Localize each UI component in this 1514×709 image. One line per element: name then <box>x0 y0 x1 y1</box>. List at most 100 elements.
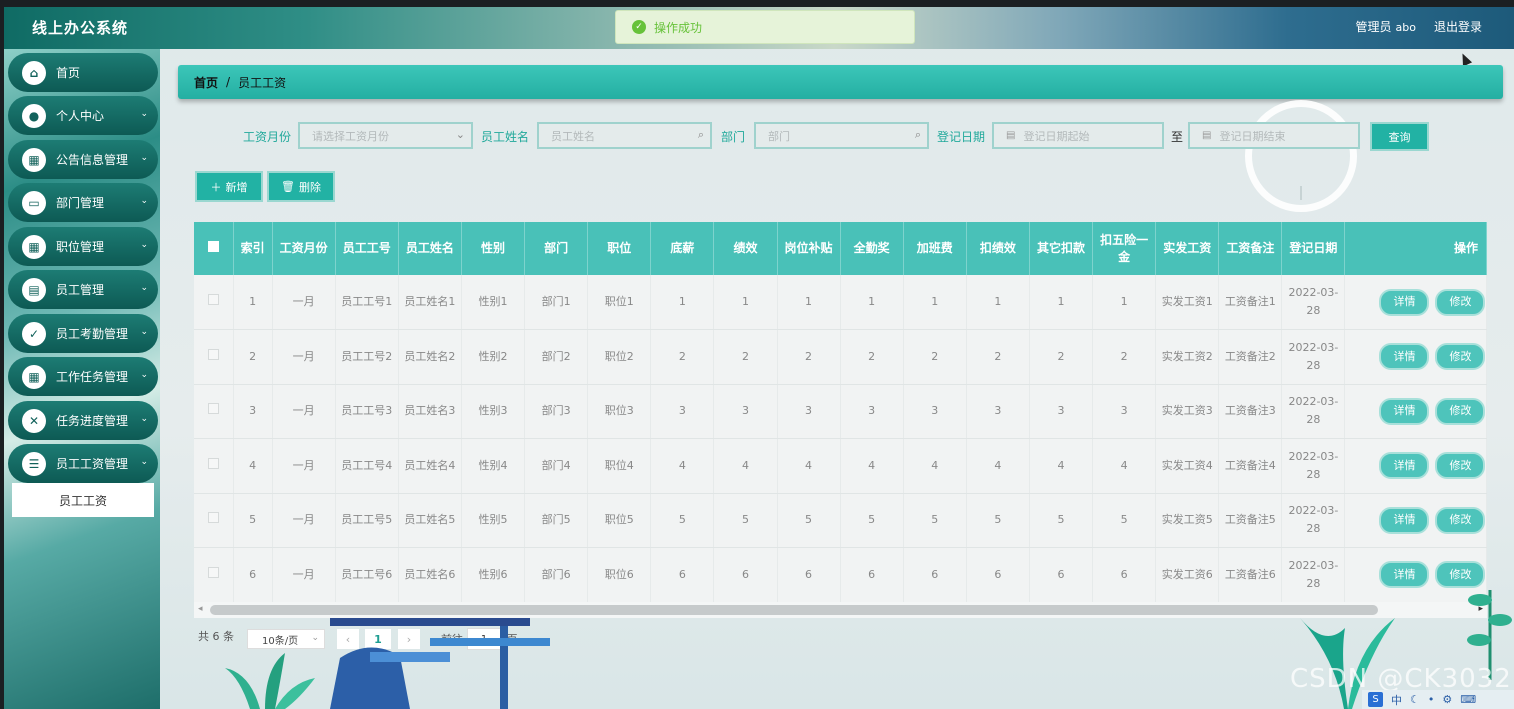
table-cell: 3 <box>840 384 904 439</box>
column-header: 全勤奖 <box>840 222 904 275</box>
table-cell: 2022-03-28 <box>1281 329 1346 385</box>
chevron-down-icon: ⌄ <box>140 414 148 424</box>
sidebar-item-5[interactable]: ▤ 员工管理 ⌄ <box>8 270 158 309</box>
date-start-input[interactable]: ▤ 登记日期起始 <box>992 122 1164 149</box>
dept-input[interactable]: 部门 ⌕ <box>754 122 929 149</box>
table-cell: 2022-03-28 <box>1281 547 1346 603</box>
add-button[interactable]: ＋新增 <box>195 171 263 202</box>
sidebar-item-label: 个人中心 <box>56 109 105 123</box>
submenu-item-salary[interactable]: 员工工资 <box>12 483 154 517</box>
column-header: 员工工号 <box>335 222 399 275</box>
table-cell: 5 <box>903 493 967 548</box>
toast-message: 操作成功 <box>654 20 703 35</box>
table-cell: 2022-03-28 <box>1281 438 1346 494</box>
salary-table: 索引 工资月份 员工工号 员工姓名 性别 部门 职位 底薪 绩效 岗位补贴 全勤奖 加班费 扣绩效 其它扣… <box>194 222 1487 618</box>
breadcrumb-current: 员工工资 <box>238 75 287 90</box>
grid-icon: ▦ <box>22 364 46 389</box>
checkbox-icon[interactable] <box>207 512 219 524</box>
column-header: 工资月份 <box>272 222 336 275</box>
screen-frame-top <box>0 0 1514 7</box>
table-cell: 4 <box>777 438 841 494</box>
sidebar-item-7[interactable]: ▦ 工作任务管理 ⌄ <box>8 357 158 396</box>
breadcrumb-home[interactable]: 首页 <box>194 74 218 91</box>
table-cell: 3 <box>650 384 715 439</box>
sidebar-item-9[interactable]: ☰ 员工工资管理 ⌄ <box>8 444 158 483</box>
checkbox-icon[interactable] <box>207 348 219 360</box>
scroll-left-icon[interactable]: ◂ <box>198 604 203 614</box>
sidebar-item-3[interactable]: ▭ 部门管理 ⌄ <box>8 183 158 222</box>
settings-icon[interactable]: ⚙ <box>1442 693 1452 706</box>
sidebar-item-0[interactable]: ⌂ 首页 <box>8 53 158 92</box>
row-checkbox-cell[interactable] <box>194 438 234 494</box>
sidebar-item-8[interactable]: ✕ 任务进度管理 ⌄ <box>8 401 158 440</box>
edit-button[interactable]: 修改 <box>1435 452 1486 480</box>
name-input[interactable]: 员工姓名 ⌕ <box>537 122 712 149</box>
table-cell: 员工姓名6 <box>398 547 462 603</box>
sidebar-item-1[interactable]: ● 个人中心 ⌄ <box>8 96 158 135</box>
table-cell: 实发工资3 <box>1155 384 1220 439</box>
detail-button[interactable]: 详情 <box>1379 452 1430 480</box>
detail-button[interactable]: 详情 <box>1379 561 1430 589</box>
table-header-row: 索引 工资月份 员工工号 员工姓名 性别 部门 职位 底薪 绩效 岗位补贴 全勤奖 加班费 扣绩效 其它扣… <box>194 222 1487 275</box>
table-cell: 4 <box>1092 438 1157 494</box>
row-actions: 详情 修改 <box>1344 384 1487 439</box>
dot-icon[interactable]: • <box>1428 693 1435 706</box>
sidebar-item-6[interactable]: ✓ 员工考勤管理 ⌄ <box>8 314 158 353</box>
user-icon: ● <box>22 103 46 128</box>
row-checkbox-cell[interactable] <box>194 384 234 439</box>
table-cell: 6 <box>1092 547 1157 603</box>
row-checkbox-cell[interactable] <box>194 275 234 330</box>
table-cell: 1 <box>650 275 715 330</box>
clipboard-icon: ▤ <box>22 277 46 302</box>
date-end-input[interactable]: ▤ 登记日期结束 <box>1188 122 1360 149</box>
scrollbar-thumb[interactable] <box>210 605 1378 615</box>
table-cell: 1 <box>840 275 904 330</box>
table-cell: 6 <box>966 547 1030 603</box>
edit-button[interactable]: 修改 <box>1435 506 1486 534</box>
checkbox-icon[interactable] <box>207 566 219 578</box>
edit-button[interactable]: 修改 <box>1435 288 1486 316</box>
row-checkbox-cell[interactable] <box>194 493 234 548</box>
checkbox-icon[interactable] <box>207 403 219 415</box>
row-actions: 详情 修改 <box>1344 275 1487 330</box>
table-cell: 职位6 <box>587 547 652 603</box>
row-checkbox-cell[interactable] <box>194 329 234 385</box>
column-header: 扣绩效 <box>966 222 1030 275</box>
horizontal-scrollbar[interactable]: ◂ ▸ <box>194 602 1487 618</box>
table-cell: 6 <box>233 547 273 603</box>
ime-mode[interactable]: 中 <box>1391 692 1402 708</box>
query-button[interactable]: 查询 <box>1370 122 1429 151</box>
select-all-checkbox[interactable] <box>194 222 234 275</box>
checkbox-icon[interactable] <box>207 241 219 252</box>
detail-button[interactable]: 详情 <box>1379 506 1430 534</box>
sidebar-item-label: 员工管理 <box>56 283 105 297</box>
table-cell: 一月 <box>272 547 336 603</box>
name-label: 员工姓名 <box>481 130 530 144</box>
detail-button[interactable]: 详情 <box>1379 288 1430 316</box>
month-select[interactable]: 请选择工资月份 ⌄ <box>298 122 473 149</box>
sidebar-item-4[interactable]: ▦ 职位管理 ⌄ <box>8 227 158 266</box>
sidebar-item-label: 公告信息管理 <box>56 153 129 167</box>
edit-button[interactable]: 修改 <box>1435 343 1486 371</box>
table-cell: 职位3 <box>587 384 652 439</box>
keyboard-icon[interactable]: ⌨ <box>1460 693 1476 706</box>
row-checkbox-cell[interactable] <box>194 547 234 603</box>
sogou-ime-icon[interactable]: S <box>1368 692 1383 707</box>
chevron-down-icon: ⌄ <box>140 196 148 206</box>
table-cell: 性别2 <box>461 329 526 385</box>
detail-button[interactable]: 详情 <box>1379 397 1430 425</box>
detail-button[interactable]: 详情 <box>1379 343 1430 371</box>
table-cell: 5 <box>233 493 273 548</box>
delete-button[interactable]: 🗑 删除 <box>267 171 335 202</box>
checkbox-icon[interactable] <box>207 294 219 305</box>
edit-button[interactable]: 修改 <box>1435 397 1486 425</box>
sidebar-item-2[interactable]: ▦ 公告信息管理 ⌄ <box>8 140 158 179</box>
column-header: 底薪 <box>650 222 715 275</box>
checkbox-icon[interactable] <box>207 457 219 469</box>
chevron-down-icon: ⌄ <box>140 283 148 293</box>
moon-icon[interactable]: ☾ <box>1410 693 1420 706</box>
table-cell: 2 <box>903 329 967 385</box>
table-cell: 工资备注5 <box>1218 493 1283 548</box>
logout-link[interactable]: 退出登录 <box>1434 18 1482 35</box>
chevron-down-icon: ⌄ <box>455 128 465 141</box>
